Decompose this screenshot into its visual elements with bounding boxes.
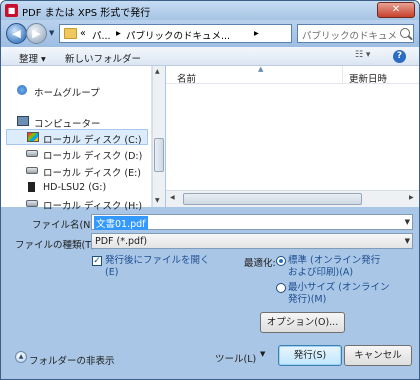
column-header: 名前 ▲ 更新日時 <box>166 65 419 85</box>
scroll-left-icon[interactable]: ◀ <box>170 194 175 201</box>
filetype-select[interactable]: PDF (*.pdf) ▼ <box>91 233 413 249</box>
search-placeholder: パブリックのドキュメントの... <box>302 31 398 42</box>
breadcrumb-separator[interactable]: ▸ <box>116 28 121 39</box>
help-icon[interactable]: ? <box>393 50 406 63</box>
drive-icon <box>26 167 38 174</box>
file-list: 名前 ▲ 更新日時 ◀ ▶ <box>166 65 419 207</box>
optimize-standard-label[interactable]: 標準 (オンライン発行 <box>288 255 380 267</box>
column-name[interactable]: 名前 <box>177 71 196 85</box>
chevron-down-icon[interactable]: ▼ <box>405 237 410 245</box>
tree-item-label: ローカル ディスク (H:) <box>43 201 143 212</box>
tools-dropdown-icon[interactable]: ▼ <box>260 350 265 358</box>
horizontal-scrollbar[interactable]: ◀ ▶ <box>166 190 419 207</box>
pdf-app-icon: ■ <box>5 4 18 17</box>
drive-icon <box>26 200 38 207</box>
optimize-minimum-label-line2[interactable]: 発行)(M) <box>288 294 326 306</box>
tree-item-label: HD-LSU2 (G:) <box>43 182 107 193</box>
scroll-down-icon[interactable]: ▼ <box>155 197 160 204</box>
filetype-label: ファイルの種類(T): <box>15 240 98 251</box>
window-title: PDF または XPS 形式で発行 <box>22 8 151 19</box>
tree-item-drive-c[interactable]: ローカル ディスク (C:) <box>6 129 148 146</box>
column-divider[interactable] <box>342 66 343 84</box>
views-icon[interactable]: ☷ ▾ <box>355 50 377 63</box>
tree-item-label: ホームグループ <box>34 88 100 99</box>
navigation-bar: ◀ ▶ ▼ « パ... ▸ パブリックのドキュメ... ▸ ⟳ パブリックのド… <box>1 20 419 47</box>
tree-item-label: ローカル ディスク (E:) <box>43 168 141 179</box>
breadcrumb-item[interactable]: パ... <box>92 28 111 42</box>
search-icon <box>400 28 410 38</box>
filetype-value: PDF (*.pdf) <box>95 236 148 247</box>
title-bar: ■ PDF または XPS 形式で発行 ✕ <box>1 1 419 20</box>
cancel-button[interactable]: キャンセル <box>344 345 412 366</box>
navigation-scrollbar[interactable]: ▲ ▼ <box>152 66 165 207</box>
optimize-label: 最適化: <box>244 258 276 269</box>
filename-value: 文書01.pdf <box>94 216 148 230</box>
optimize-standard-radio[interactable] <box>276 256 286 266</box>
recent-pages-dropdown[interactable]: ▼ <box>49 29 54 37</box>
filename-label: ファイル名(N): <box>32 220 98 231</box>
breadcrumb-overflow[interactable]: « <box>80 28 86 39</box>
breadcrumb-separator[interactable]: ▸ <box>254 28 259 39</box>
hide-folders-link[interactable]: フォルダーの非表示 <box>29 353 115 367</box>
drive-icon <box>26 150 38 157</box>
homegroup-icon <box>17 85 27 95</box>
navigation-pane: ホームグループ コンピューター ローカル ディスク (C:) ローカル ディスク… <box>1 66 152 212</box>
publish-button[interactable]: 発行(S) <box>278 345 342 366</box>
organize-menu[interactable]: 整理 ▾ <box>19 51 46 65</box>
publish-dialog: ■ PDF または XPS 形式で発行 ✕ ◀ ▶ ▼ « パ... ▸ パブリ… <box>0 0 420 380</box>
scroll-thumb[interactable] <box>183 193 362 205</box>
sort-ascending-icon: ▲ <box>258 65 264 73</box>
tools-menu[interactable]: ツール(L) <box>215 351 256 365</box>
scroll-right-icon[interactable]: ▶ <box>409 194 414 201</box>
scroll-thumb[interactable] <box>154 138 164 172</box>
folder-icon <box>64 28 77 39</box>
new-folder-button[interactable]: 新しいフォルダー <box>65 51 141 65</box>
column-date-modified[interactable]: 更新日時 <box>349 71 387 85</box>
open-after-publish-checkbox[interactable]: ✓ <box>92 256 102 266</box>
chevron-up-icon[interactable]: ▲ <box>15 351 27 363</box>
forward-button[interactable]: ▶ <box>26 23 47 44</box>
optimize-standard-label-line2[interactable]: および印刷)(A) <box>288 267 353 279</box>
command-toolbar: 整理 ▾ 新しいフォルダー ☷ ▾ ? <box>1 47 419 66</box>
search-input[interactable]: パブリックのドキュメントの... <box>297 24 414 43</box>
open-after-publish-label-accel[interactable]: (E) <box>105 267 118 279</box>
tree-item-label: ローカル ディスク (C:) <box>43 135 142 146</box>
open-after-publish-label[interactable]: 発行後にファイルを開く <box>105 255 210 267</box>
windows-drive-icon <box>27 132 39 142</box>
tree-item-label: コンピューター <box>34 119 101 130</box>
optimize-minimum-radio[interactable] <box>276 283 286 293</box>
breadcrumb-item[interactable]: パブリックのドキュメ... <box>126 28 230 42</box>
address-bar[interactable]: « パ... ▸ パブリックのドキュメ... ▸ ⟳ <box>59 24 346 43</box>
back-button[interactable]: ◀ <box>6 23 27 44</box>
filename-field[interactable]: 文書01.pdf ▼ <box>91 214 413 230</box>
computer-icon <box>17 116 29 126</box>
close-button[interactable]: ✕ <box>377 2 415 18</box>
optimize-minimum-label[interactable]: 最小サイズ (オンライン <box>288 282 389 294</box>
options-button[interactable]: オプション(O)... <box>260 312 345 333</box>
external-drive-icon <box>28 182 35 192</box>
scroll-up-icon[interactable]: ▲ <box>155 68 160 75</box>
tree-item-label: ローカル ディスク (D:) <box>43 151 143 162</box>
chevron-down-icon[interactable]: ▼ <box>405 218 410 226</box>
